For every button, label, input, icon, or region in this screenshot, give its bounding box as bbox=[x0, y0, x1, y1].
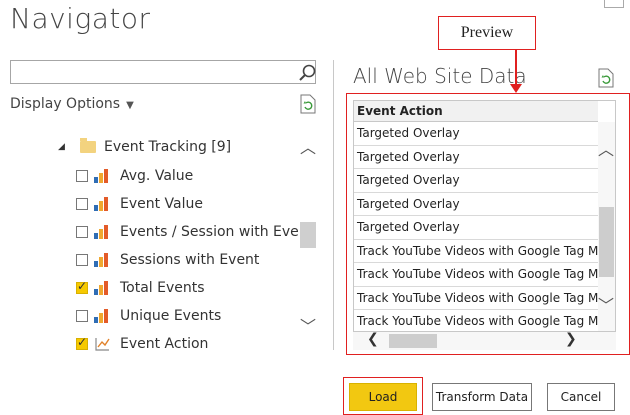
panel-divider bbox=[333, 60, 334, 350]
folder-icon bbox=[80, 138, 96, 153]
column-header[interactable]: Event Action bbox=[354, 101, 598, 122]
chevron-up-icon[interactable]: ︿ bbox=[300, 134, 316, 158]
tree-item-label: Event Value bbox=[120, 196, 204, 212]
chevron-down-icon: ▼ bbox=[126, 100, 134, 111]
load-button[interactable]: Load bbox=[349, 383, 417, 411]
refresh-icon[interactable] bbox=[597, 68, 615, 88]
checkbox[interactable] bbox=[76, 226, 88, 238]
display-options-dropdown[interactable]: Display Options ▼ bbox=[10, 96, 134, 112]
tree-item-label: Avg. Value bbox=[120, 168, 194, 184]
chevron-left-icon[interactable]: ❮ bbox=[367, 331, 379, 347]
scrollbar-thumb[interactable] bbox=[300, 222, 316, 248]
page-title: Navigator bbox=[10, 2, 151, 35]
tree-scrollbar[interactable]: ︿ ﹀ bbox=[300, 130, 316, 355]
tree-item[interactable]: Event Action bbox=[76, 332, 208, 355]
cancel-button[interactable]: Cancel bbox=[547, 383, 615, 411]
search-input[interactable] bbox=[10, 60, 316, 84]
tree-item[interactable]: Avg. Value bbox=[76, 164, 193, 188]
measure-bars-icon bbox=[94, 253, 110, 267]
tree-item[interactable]: Events / Session with Event bbox=[76, 220, 298, 244]
dimension-icon bbox=[94, 337, 110, 351]
table-vertical-scrollbar[interactable]: ︿ ﹀ bbox=[598, 122, 615, 331]
tree-folder-label: Event Tracking [9] bbox=[104, 139, 232, 155]
tree-folder-event-tracking[interactable]: ◢ Event Tracking [9] bbox=[58, 135, 231, 159]
table-row: Targeted Overlay bbox=[354, 146, 598, 169]
table-row: Targeted Overlay bbox=[354, 193, 598, 216]
measure-bars-icon bbox=[94, 281, 110, 295]
checkbox[interactable] bbox=[76, 198, 88, 210]
preview-table: Event Action Targeted Overlay Targeted O… bbox=[353, 100, 616, 332]
scrollbar-thumb[interactable] bbox=[389, 334, 437, 348]
preview-title: All Web Site Data bbox=[353, 64, 527, 88]
measure-bars-icon bbox=[94, 309, 110, 323]
search-icon[interactable] bbox=[297, 63, 319, 83]
checkbox-checked[interactable] bbox=[76, 335, 88, 350]
tree-item[interactable]: Total Events bbox=[76, 276, 205, 300]
table-horizontal-scrollbar[interactable]: ❮ ❯ bbox=[353, 331, 616, 350]
tree-item-label: Sessions with Event bbox=[120, 252, 260, 268]
tree-item-label: Unique Events bbox=[120, 308, 222, 324]
checkbox[interactable] bbox=[76, 170, 88, 182]
tree-item-label: Events / Session with Event bbox=[120, 224, 298, 240]
chevron-up-icon[interactable]: ︿ bbox=[598, 136, 614, 160]
tree-item-label: Event Action bbox=[120, 336, 209, 352]
arrow-down-icon bbox=[510, 84, 522, 93]
tree-item[interactable]: Unique Events bbox=[76, 304, 221, 328]
measure-bars-icon bbox=[94, 197, 110, 211]
checkbox-checked[interactable] bbox=[76, 279, 88, 294]
measure-bars-icon bbox=[94, 225, 110, 239]
table-row: Targeted Overlay bbox=[354, 122, 598, 146]
checkbox[interactable] bbox=[76, 310, 88, 322]
navigator-tree: ◢ Event Tracking [9] Avg. Value Event Va… bbox=[58, 130, 298, 355]
tree-item[interactable]: Sessions with Event bbox=[76, 248, 259, 272]
table-row: Targeted Overlay bbox=[354, 169, 598, 193]
refresh-icon[interactable] bbox=[299, 94, 317, 114]
table-row: Track YouTube Videos with Google Tag Man bbox=[354, 287, 598, 310]
chevron-down-icon[interactable]: ﹀ bbox=[598, 292, 614, 316]
window-control-icon[interactable] bbox=[604, 0, 624, 8]
display-options-label: Display Options bbox=[10, 96, 121, 112]
table-row: Track YouTube Videos with Google Tag Man bbox=[354, 240, 598, 263]
tree-item-label: Total Events bbox=[120, 280, 205, 296]
chevron-right-icon[interactable]: ❯ bbox=[565, 331, 577, 347]
table-row: Track YouTube Videos with Google Tag Man bbox=[354, 263, 598, 287]
table-row: Targeted Overlay bbox=[354, 216, 598, 240]
annotation-arrow bbox=[515, 50, 517, 86]
collapse-triangle-icon[interactable]: ◢ bbox=[58, 142, 70, 152]
chevron-down-icon[interactable]: ﹀ bbox=[300, 313, 316, 337]
tree-item[interactable]: Event Value bbox=[76, 192, 203, 216]
checkbox[interactable] bbox=[76, 254, 88, 266]
measure-bars-icon bbox=[94, 169, 110, 183]
table-row: Track YouTube Videos with Google Tag Man bbox=[354, 310, 598, 331]
scrollbar-thumb[interactable] bbox=[599, 207, 614, 277]
preview-annotation-label: Preview bbox=[438, 16, 536, 50]
transform-data-button[interactable]: Transform Data bbox=[432, 383, 532, 411]
